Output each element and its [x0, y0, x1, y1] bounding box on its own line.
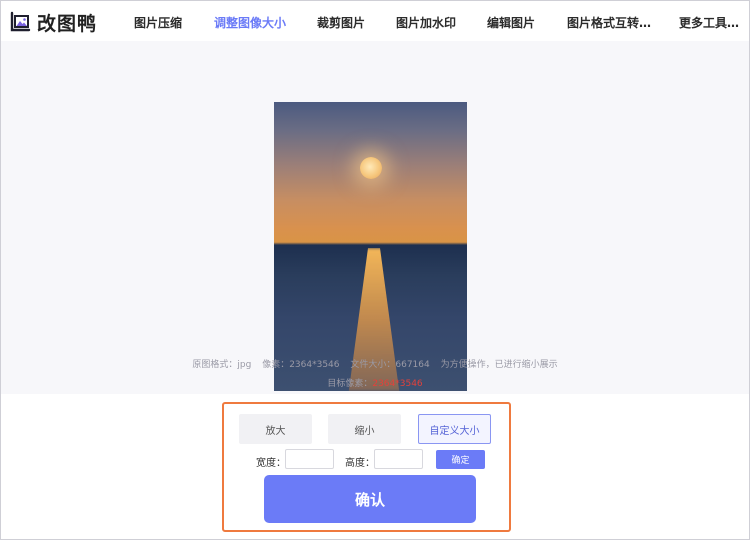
image-icon [10, 11, 31, 32]
target-label: 目标像素： [327, 379, 373, 389]
width-label: 宽度： [256, 458, 286, 469]
enlarge-button[interactable]: 放大 [239, 414, 312, 444]
target-value: 2364*3546 [372, 379, 423, 389]
filesize-info: 文件大小：667164 [350, 360, 430, 370]
target-pixels-line: 目标像素：2364*3546 [1, 376, 749, 389]
preview-note: 为方便操作，已进行缩小展示 [440, 360, 558, 370]
resize-panel: 放大 缩小 自定义大小 宽度： 高度： 确定 确认 [222, 402, 511, 532]
moon-shape [360, 157, 382, 179]
image-info-line: 原图格式：jpg 像素：2364*3546 文件大小：667164 为方便操作，… [1, 357, 749, 370]
shrink-button[interactable]: 缩小 [328, 414, 401, 444]
pixels-info: 像素：2364*3546 [262, 360, 340, 370]
set-size-button[interactable]: 确定 [436, 450, 485, 469]
nav-item-watermark[interactable]: 图片加水印 [396, 14, 456, 31]
preview-area: 原图格式：jpg 像素：2364*3546 文件大小：667164 为方便操作，… [1, 41, 749, 394]
height-label: 高度： [345, 458, 375, 469]
format-info: 原图格式：jpg [192, 360, 252, 370]
top-nav-bar: 改图鸭 图片压缩 调整图像大小 裁剪图片 图片加水印 编辑图片 图片格式互转… … [1, 1, 749, 41]
height-input[interactable] [374, 449, 423, 469]
app-name: 改图鸭 [37, 12, 98, 35]
nav-item-resize[interactable]: 调整图像大小 [214, 14, 286, 31]
preview-image [274, 102, 467, 391]
app-logo[interactable]: 改图鸭 [9, 10, 98, 35]
nav-item-crop[interactable]: 裁剪图片 [317, 14, 365, 31]
nav-item-format-convert[interactable]: 图片格式互转… [567, 14, 651, 31]
custom-size-button[interactable]: 自定义大小 [418, 414, 491, 444]
nav-item-edit[interactable]: 编辑图片 [487, 14, 535, 31]
confirm-button[interactable]: 确认 [264, 475, 476, 523]
nav-item-more-tools[interactable]: 更多工具… [679, 14, 739, 31]
nav-item-compress[interactable]: 图片压缩 [134, 14, 182, 31]
width-input[interactable] [285, 449, 334, 469]
